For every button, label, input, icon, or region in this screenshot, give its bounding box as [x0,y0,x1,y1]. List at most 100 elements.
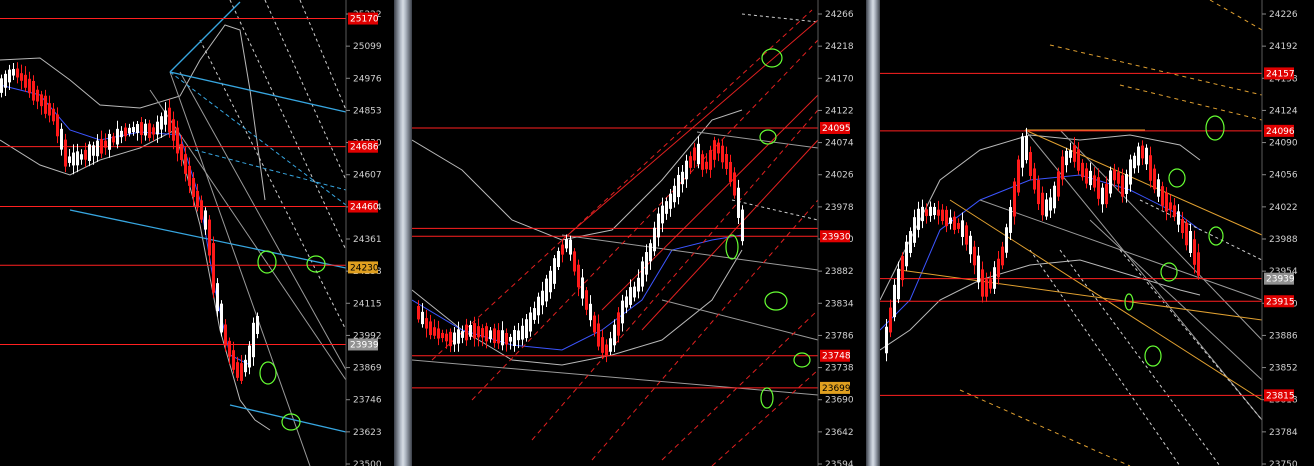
candle-body [32,80,35,101]
candle-body [473,323,476,339]
candle-body [481,328,484,338]
red-dashed-channel [471,39,819,401]
candle-body [417,305,420,320]
y-tick-label: 24853 [353,106,382,116]
candle-body [669,193,672,209]
candle-body [40,94,43,107]
dashed-trend-line [1139,199,1263,261]
candle-body [597,323,600,347]
candle-body [457,329,460,344]
signal-marker [793,352,811,368]
candle-body [56,114,59,137]
candle-body [697,143,700,165]
candle-body [941,209,944,222]
signal-marker [759,129,777,145]
candle-body [1197,252,1200,276]
candle-body [1157,179,1160,197]
candle-body [1069,150,1072,158]
chart-panel-middle[interactable]: 24266 24218 24170 24122 24074 24026 23978 23930… [412,0,866,466]
candle-body [12,69,15,76]
candle-body [701,154,704,170]
candle-body [100,138,103,154]
price-tag-label: 24157 [1266,69,1295,79]
candle-body [601,337,604,353]
candle-body [1169,202,1172,210]
red-dashed-channel [591,199,819,461]
candle-body [533,308,536,320]
candle-body [208,219,211,256]
candle-body [1021,136,1024,168]
signal-marker [761,48,783,68]
candle-body [192,177,195,198]
candle-body [1053,185,1056,209]
chart-panel-right[interactable]: 2422624192241582412424090240562402223988… [880,0,1314,466]
y-tick-label: 24976 [353,74,382,84]
candle-body [449,331,452,347]
red-dashed-channel [661,309,819,461]
candle-body [917,208,920,230]
price-tag-label: 23939 [350,340,379,350]
candle-body [1013,181,1016,217]
candle-body [36,89,39,102]
panel-splitter-1[interactable] [394,0,412,466]
candle-body [665,201,668,214]
y-tick-label: 24026 [825,171,854,181]
candle-body [613,324,616,346]
trend-line [1024,129,1263,421]
candle-body [705,161,708,170]
candle-body [8,69,11,83]
candle-body [1189,230,1192,254]
candle-body [709,150,712,170]
candle-body [957,223,960,229]
candle-body [24,74,27,88]
chart-panel-left[interactable]: 2522225099249762485324730246072448424361… [0,0,394,466]
candle-body [1113,169,1116,181]
candle-body [240,363,243,381]
candle-body [557,251,560,267]
y-tick-label: 24074 [825,139,854,149]
candle-body [112,136,115,143]
candle-body [937,209,940,216]
candle-body [116,128,119,145]
candle-body [953,216,956,230]
candle-body [48,103,51,116]
candle-body [581,277,584,299]
candle-body [188,165,191,186]
candle-body [637,277,640,292]
candle-body [212,243,215,293]
dashed-trend-line [229,0,347,251]
candle-body [1129,159,1132,185]
panel-splitter-2[interactable] [866,0,880,466]
candle-body [1125,174,1128,194]
candle-body [965,225,968,245]
candle-body [20,73,23,81]
y-tick-label: 23623 [353,428,382,438]
candle-body [1173,205,1176,217]
candle-body [485,326,488,342]
candle-body [461,331,464,338]
candle-body [1193,239,1196,265]
candle-body [569,239,572,255]
candle-body [160,116,163,130]
y-tick-label: 23988 [1269,235,1298,245]
candle-body [108,133,111,150]
y-tick-label: 24124 [1269,106,1298,116]
candle-body [997,258,1000,278]
candle-body [1121,175,1124,197]
price-tag-label: 24230 [350,263,379,273]
candle-body [232,350,235,370]
candle-body [681,171,684,185]
candle-body [1161,186,1164,206]
chart-workspace: 2522225099249762485324730246072448424361… [0,0,1314,466]
candle-body [561,244,564,255]
candle-body [176,127,179,154]
y-tick-label: 24607 [353,171,382,181]
candle-body [633,286,636,298]
candle-body [725,154,728,169]
candle-body [577,264,580,288]
candle-body [441,332,444,339]
candle-body [1081,162,1084,178]
channel-line [229,404,347,433]
signal-marker [1144,345,1162,367]
dashed-trend-line [731,199,819,221]
